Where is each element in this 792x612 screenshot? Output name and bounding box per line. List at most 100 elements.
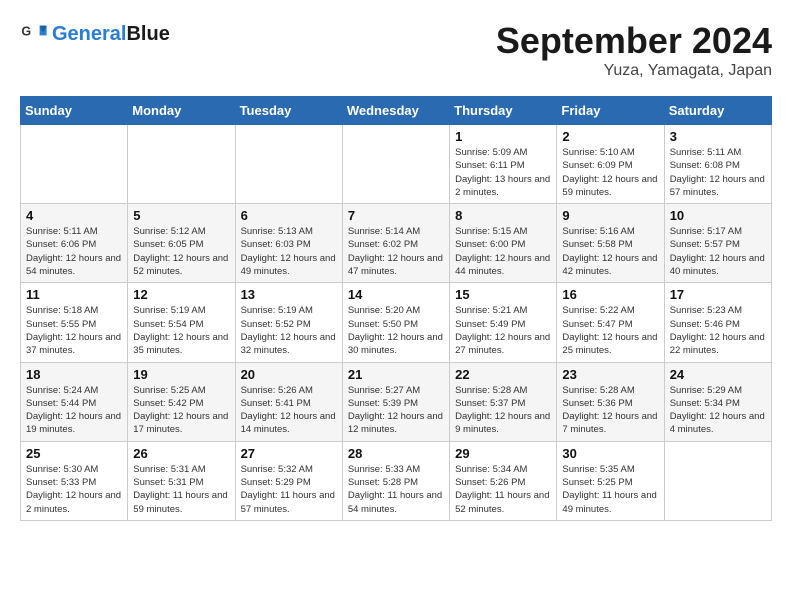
day-number: 5 <box>133 208 229 223</box>
day-info: Sunrise: 5:18 AM Sunset: 5:55 PM Dayligh… <box>26 304 122 357</box>
calendar-cell: 8 Sunrise: 5:15 AM Sunset: 6:00 PM Daylig… <box>450 204 557 283</box>
calendar-cell: 23Sunrise: 5:28 AM Sunset: 5:36 PM Dayli… <box>557 362 664 441</box>
header-tuesday: Tuesday <box>235 97 342 125</box>
calendar-cell <box>235 125 342 204</box>
day-info: Sunrise: 5:09 AM Sunset: 6:11 PM Dayligh… <box>455 146 551 199</box>
header-monday: Monday <box>128 97 235 125</box>
header-thursday: Thursday <box>450 97 557 125</box>
day-info: Sunrise: 5:10 AM Sunset: 6:09 PM Dayligh… <box>562 146 658 199</box>
day-number: 30 <box>562 446 658 461</box>
day-info: Sunrise: 5:28 AM Sunset: 5:37 PM Dayligh… <box>455 384 551 437</box>
day-number: 10 <box>670 208 766 223</box>
day-number: 22 <box>455 367 551 382</box>
day-info: Sunrise: 5:13 AM Sunset: 6:03 PM Dayligh… <box>241 225 337 278</box>
day-number: 16 <box>562 287 658 302</box>
day-number: 24 <box>670 367 766 382</box>
week-row-3: 11Sunrise: 5:18 AM Sunset: 5:55 PM Dayli… <box>21 283 772 362</box>
calendar-cell: 14Sunrise: 5:20 AM Sunset: 5:50 PM Dayli… <box>342 283 449 362</box>
day-info: Sunrise: 5:23 AM Sunset: 5:46 PM Dayligh… <box>670 304 766 357</box>
calendar-cell: 15 Sunrise: 5:21 AM Sunset: 5:49 PM Dayli… <box>450 283 557 362</box>
day-number: 8 <box>455 208 551 223</box>
title-block: September 2024 Yuza, Yamagata, Japan <box>496 20 772 80</box>
calendar-cell <box>342 125 449 204</box>
day-number: 9 <box>562 208 658 223</box>
week-row-1: 1 Sunrise: 5:09 AM Sunset: 6:11 PM Daylig… <box>21 125 772 204</box>
day-info: Sunrise: 5:26 AM Sunset: 5:41 PM Dayligh… <box>241 384 337 437</box>
month-title: September 2024 <box>496 20 772 62</box>
day-number: 14 <box>348 287 444 302</box>
day-number: 3 <box>670 129 766 144</box>
day-info: Sunrise: 5:27 AM Sunset: 5:39 PM Dayligh… <box>348 384 444 437</box>
calendar-cell: 3 Sunrise: 5:11 AM Sunset: 6:08 PM Daylig… <box>664 125 771 204</box>
day-number: 13 <box>241 287 337 302</box>
calendar-cell: 29 Sunrise: 5:34 AM Sunset: 5:26 PM Dayli… <box>450 441 557 520</box>
calendar-cell: 12 Sunrise: 5:19 AM Sunset: 5:54 PM Dayli… <box>128 283 235 362</box>
calendar-cell <box>664 441 771 520</box>
calendar-header-row: SundayMondayTuesdayWednesdayThursdayFrid… <box>21 97 772 125</box>
calendar-cell: 22 Sunrise: 5:28 AM Sunset: 5:37 PM Dayli… <box>450 362 557 441</box>
calendar-cell: 2 Sunrise: 5:10 AM Sunset: 6:09 PM Daylig… <box>557 125 664 204</box>
calendar-cell: 11Sunrise: 5:18 AM Sunset: 5:55 PM Dayli… <box>21 283 128 362</box>
week-row-4: 18 Sunrise: 5:24 AM Sunset: 5:44 PM Dayli… <box>21 362 772 441</box>
day-info: Sunrise: 5:15 AM Sunset: 6:00 PM Dayligh… <box>455 225 551 278</box>
day-number: 7 <box>348 208 444 223</box>
day-number: 20 <box>241 367 337 382</box>
day-number: 29 <box>455 446 551 461</box>
day-info: Sunrise: 5:22 AM Sunset: 5:47 PM Dayligh… <box>562 304 658 357</box>
svg-text:G: G <box>21 24 31 38</box>
day-info: Sunrise: 5:35 AM Sunset: 5:25 PM Dayligh… <box>562 463 658 516</box>
day-info: Sunrise: 5:14 AM Sunset: 6:02 PM Dayligh… <box>348 225 444 278</box>
day-info: Sunrise: 5:24 AM Sunset: 5:44 PM Dayligh… <box>26 384 122 437</box>
logo: G GeneralBlue <box>20 20 170 48</box>
day-info: Sunrise: 5:33 AM Sunset: 5:28 PM Dayligh… <box>348 463 444 516</box>
calendar-cell: 21Sunrise: 5:27 AM Sunset: 5:39 PM Dayli… <box>342 362 449 441</box>
calendar-cell <box>21 125 128 204</box>
page-header: G GeneralBlue September 2024 Yuza, Yamag… <box>20 20 772 80</box>
day-number: 4 <box>26 208 122 223</box>
day-info: Sunrise: 5:11 AM Sunset: 6:06 PM Dayligh… <box>26 225 122 278</box>
calendar-cell: 10Sunrise: 5:17 AM Sunset: 5:57 PM Dayli… <box>664 204 771 283</box>
calendar-cell: 27Sunrise: 5:32 AM Sunset: 5:29 PM Dayli… <box>235 441 342 520</box>
day-number: 1 <box>455 129 551 144</box>
day-info: Sunrise: 5:31 AM Sunset: 5:31 PM Dayligh… <box>133 463 229 516</box>
day-info: Sunrise: 5:11 AM Sunset: 6:08 PM Dayligh… <box>670 146 766 199</box>
header-saturday: Saturday <box>664 97 771 125</box>
calendar-cell: 26 Sunrise: 5:31 AM Sunset: 5:31 PM Dayli… <box>128 441 235 520</box>
day-info: Sunrise: 5:12 AM Sunset: 6:05 PM Dayligh… <box>133 225 229 278</box>
location-subtitle: Yuza, Yamagata, Japan <box>496 62 772 80</box>
day-number: 28 <box>348 446 444 461</box>
day-number: 2 <box>562 129 658 144</box>
day-number: 25 <box>26 446 122 461</box>
calendar-cell <box>128 125 235 204</box>
calendar-cell: 6Sunrise: 5:13 AM Sunset: 6:03 PM Daylig… <box>235 204 342 283</box>
calendar-cell: 19Sunrise: 5:25 AM Sunset: 5:42 PM Dayli… <box>128 362 235 441</box>
calendar-cell: 5 Sunrise: 5:12 AM Sunset: 6:05 PM Daylig… <box>128 204 235 283</box>
day-number: 23 <box>562 367 658 382</box>
logo-icon: G <box>20 20 48 48</box>
week-row-5: 25Sunrise: 5:30 AM Sunset: 5:33 PM Dayli… <box>21 441 772 520</box>
calendar-cell: 20 Sunrise: 5:26 AM Sunset: 5:41 PM Dayli… <box>235 362 342 441</box>
day-info: Sunrise: 5:19 AM Sunset: 5:52 PM Dayligh… <box>241 304 337 357</box>
day-info: Sunrise: 5:34 AM Sunset: 5:26 PM Dayligh… <box>455 463 551 516</box>
calendar-table: SundayMondayTuesdayWednesdayThursdayFrid… <box>20 96 772 521</box>
calendar-cell: 13 Sunrise: 5:19 AM Sunset: 5:52 PM Dayli… <box>235 283 342 362</box>
calendar-cell: 4 Sunrise: 5:11 AM Sunset: 6:06 PM Daylig… <box>21 204 128 283</box>
day-info: Sunrise: 5:29 AM Sunset: 5:34 PM Dayligh… <box>670 384 766 437</box>
day-number: 12 <box>133 287 229 302</box>
calendar-cell: 28 Sunrise: 5:33 AM Sunset: 5:28 PM Dayli… <box>342 441 449 520</box>
week-row-2: 4 Sunrise: 5:11 AM Sunset: 6:06 PM Daylig… <box>21 204 772 283</box>
day-number: 15 <box>455 287 551 302</box>
day-info: Sunrise: 5:19 AM Sunset: 5:54 PM Dayligh… <box>133 304 229 357</box>
calendar-cell: 9 Sunrise: 5:16 AM Sunset: 5:58 PM Daylig… <box>557 204 664 283</box>
calendar-cell: 7 Sunrise: 5:14 AM Sunset: 6:02 PM Daylig… <box>342 204 449 283</box>
calendar-cell: 30 Sunrise: 5:35 AM Sunset: 5:25 PM Dayli… <box>557 441 664 520</box>
logo-text: GeneralBlue <box>52 23 170 45</box>
day-number: 26 <box>133 446 229 461</box>
calendar-cell: 17Sunrise: 5:23 AM Sunset: 5:46 PM Dayli… <box>664 283 771 362</box>
day-number: 18 <box>26 367 122 382</box>
day-info: Sunrise: 5:16 AM Sunset: 5:58 PM Dayligh… <box>562 225 658 278</box>
header-wednesday: Wednesday <box>342 97 449 125</box>
day-info: Sunrise: 5:21 AM Sunset: 5:49 PM Dayligh… <box>455 304 551 357</box>
calendar-cell: 16 Sunrise: 5:22 AM Sunset: 5:47 PM Dayli… <box>557 283 664 362</box>
day-number: 19 <box>133 367 229 382</box>
